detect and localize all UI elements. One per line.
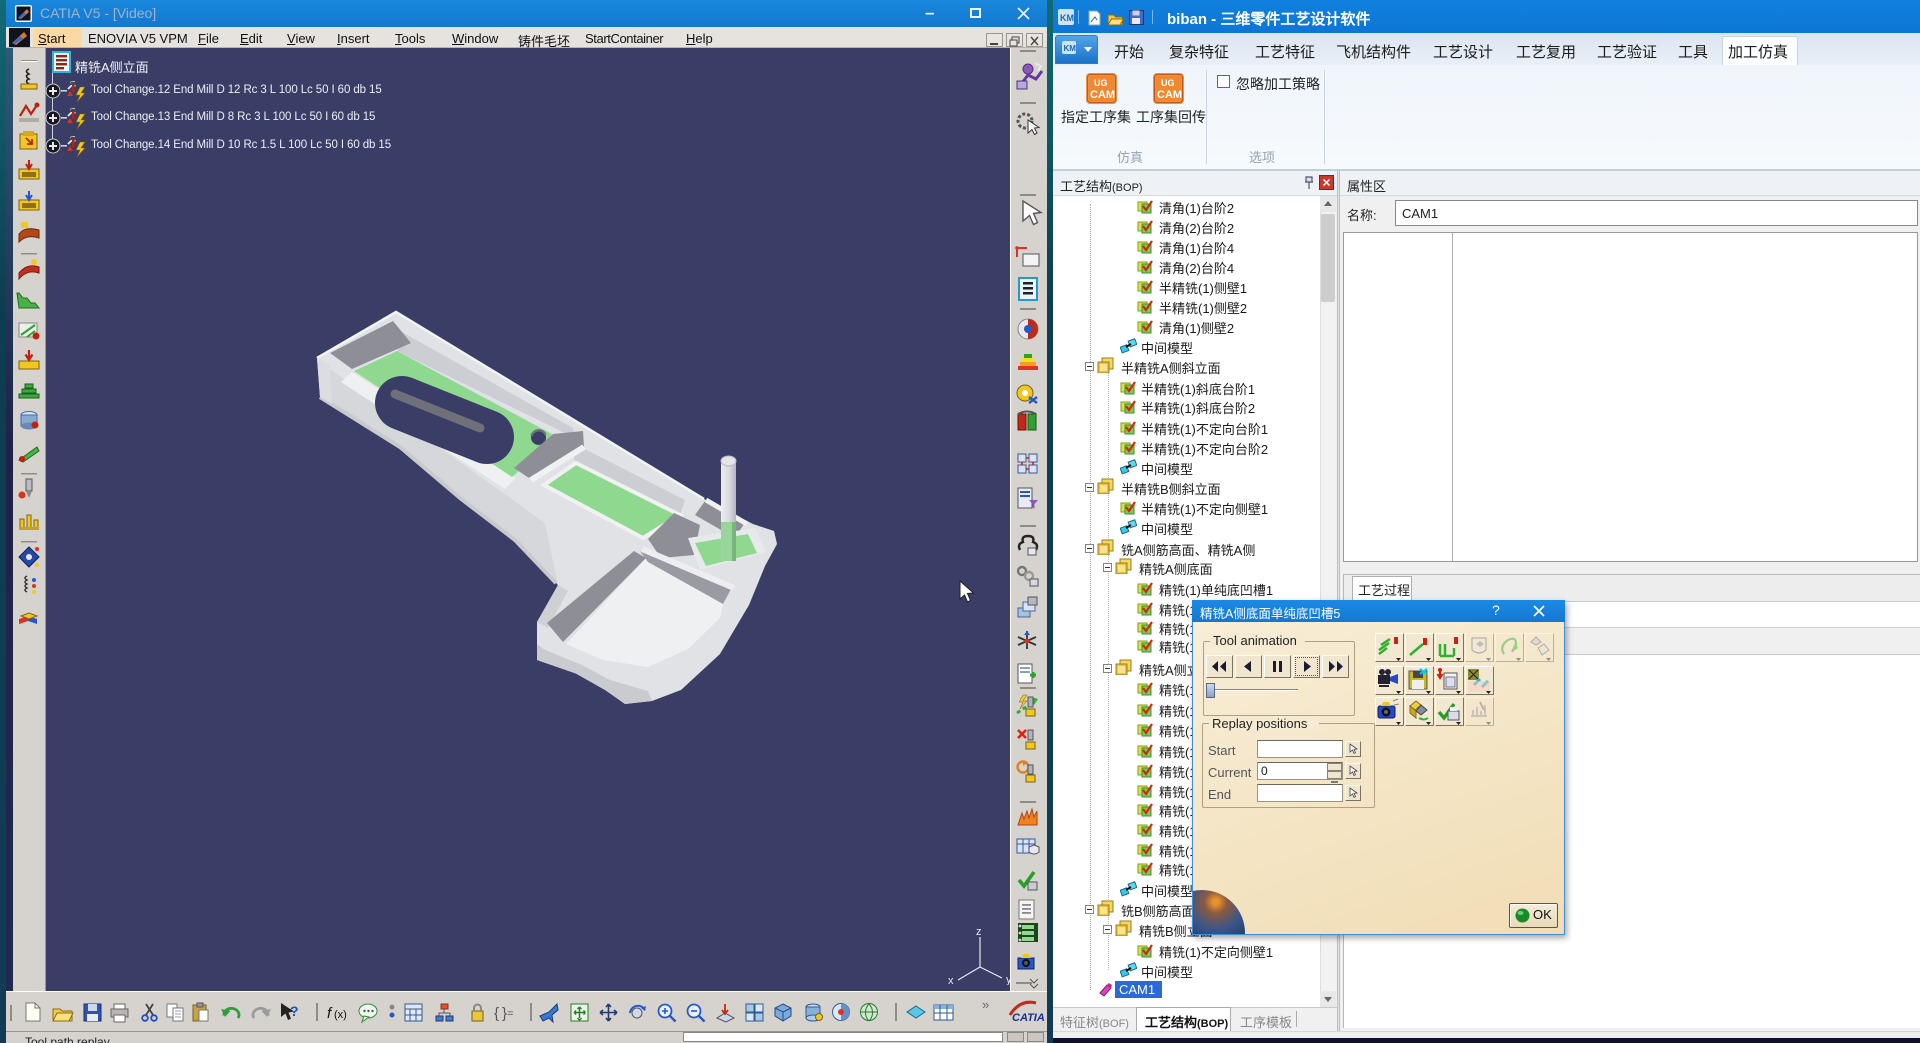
svg-text:KM: KM xyxy=(1064,44,1077,53)
svg-text:CAM: CAM xyxy=(1157,89,1182,101)
svg-text:UG: UG xyxy=(1161,78,1175,88)
svg-text:{ }: { } xyxy=(494,1005,507,1022)
svg-text:CAM: CAM xyxy=(1090,89,1115,101)
svg-text:(x): (x) xyxy=(334,1009,347,1021)
svg-text:KM: KM xyxy=(1060,13,1074,23)
svg-text:?: ? xyxy=(290,1003,299,1019)
svg-text:»: » xyxy=(982,997,989,1012)
svg-text:=: = xyxy=(507,1008,513,1020)
svg-text:UG: UG xyxy=(1094,78,1108,88)
svg-text:CATIA: CATIA xyxy=(1012,1012,1045,1024)
svg-text:f: f xyxy=(327,1005,333,1022)
